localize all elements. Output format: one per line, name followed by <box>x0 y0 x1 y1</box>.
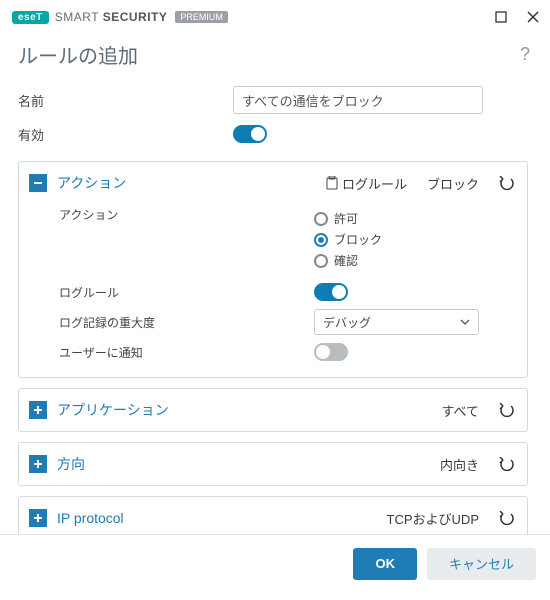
panel-action-title: アクション <box>57 173 316 193</box>
panel-protocol-title: IP protocol <box>57 510 377 526</box>
label-name: 名前 <box>18 91 233 110</box>
row-action-radio: アクション 許可 ブロック 確認 <box>59 206 513 277</box>
radio-confirm-row[interactable]: 確認 <box>314 252 382 269</box>
revert-icon[interactable] <box>489 457 515 471</box>
cancel-button[interactable]: キャンセル <box>427 548 536 580</box>
panel-application-summary: すべて <box>441 401 479 420</box>
panel-direction: 方向 内向き <box>18 442 528 486</box>
panel-direction-header[interactable]: 方向 内向き <box>19 443 527 485</box>
summary-logrule-text: ログルール <box>342 174 407 193</box>
brand-text: SMART SECURITY <box>55 10 168 24</box>
severity-value: デバッグ <box>323 314 371 331</box>
summary-logrule: ログルール <box>326 174 407 193</box>
logrule-toggle[interactable] <box>314 283 348 301</box>
label-enabled: 有効 <box>18 125 233 144</box>
brand-logo: eseT <box>12 11 49 24</box>
label-action: アクション <box>59 206 314 223</box>
brand-text-2: SECURITY <box>103 10 168 24</box>
row-logrule: ログルール <box>59 277 513 307</box>
radio-block[interactable] <box>314 233 328 247</box>
panel-action-body: アクション 許可 ブロック 確認 ログルール ログ記録の重大度 デバッグ <box>19 204 527 377</box>
severity-select[interactable]: デバッグ <box>314 309 479 335</box>
panel-protocol-header[interactable]: IP protocol TCPおよびUDP <box>19 497 527 534</box>
panel-action: アクション ログルール ブロック アクション 許可 ブロック 確認 <box>18 161 528 378</box>
name-input[interactable] <box>233 86 483 114</box>
sections-scroll[interactable]: アクション ログルール ブロック アクション 許可 ブロック 確認 <box>18 161 534 534</box>
expand-icon[interactable] <box>29 401 47 419</box>
page-title: ルールの追加 <box>18 40 516 69</box>
titlebar: eseT SMART SECURITY PREMIUM <box>0 0 550 34</box>
panel-action-summary: ログルール ブロック <box>326 174 479 193</box>
panel-action-header[interactable]: アクション ログルール ブロック <box>19 162 527 204</box>
radio-block-row[interactable]: ブロック <box>314 231 382 248</box>
revert-icon[interactable] <box>489 403 515 417</box>
brand-badge: PREMIUM <box>175 11 228 23</box>
brand: eseT SMART SECURITY PREMIUM <box>12 10 228 24</box>
window-controls <box>492 8 542 26</box>
revert-icon[interactable] <box>489 176 515 190</box>
ok-button[interactable]: OK <box>353 548 417 580</box>
action-radios: 許可 ブロック 確認 <box>314 206 382 277</box>
radio-allow[interactable] <box>314 212 328 226</box>
panel-application-title: アプリケーション <box>57 400 431 420</box>
radio-allow-row[interactable]: 許可 <box>314 210 382 227</box>
label-severity: ログ記録の重大度 <box>59 314 314 331</box>
label-logrule: ログルール <box>59 284 314 301</box>
footer: OK キャンセル <box>0 534 550 592</box>
row-enabled: 有効 <box>18 117 534 151</box>
radio-confirm-label: 確認 <box>334 252 358 269</box>
row-name: 名前 <box>18 83 534 117</box>
collapse-icon[interactable] <box>29 174 47 192</box>
content: ルールの追加 ? 名前 有効 アクション ログルール ブロック <box>0 34 550 534</box>
revert-icon[interactable] <box>489 511 515 525</box>
enabled-toggle[interactable] <box>233 125 267 143</box>
radio-allow-label: 許可 <box>334 210 358 227</box>
summary-action-text: ブロック <box>427 174 479 193</box>
help-icon[interactable]: ? <box>516 44 534 65</box>
clipboard-icon <box>326 176 338 190</box>
row-severity: ログ記録の重大度 デバッグ <box>59 307 513 337</box>
expand-icon[interactable] <box>29 509 47 527</box>
panel-application-header[interactable]: アプリケーション すべて <box>19 389 527 431</box>
expand-icon[interactable] <box>29 455 47 473</box>
panel-protocol-summary: TCPおよびUDP <box>387 509 479 528</box>
panel-direction-summary: 内向き <box>440 455 479 474</box>
close-icon[interactable] <box>524 8 542 26</box>
panel-protocol: IP protocol TCPおよびUDP <box>18 496 528 534</box>
panel-direction-title: 方向 <box>57 454 430 474</box>
label-notify: ユーザーに通知 <box>59 344 314 361</box>
brand-text-1: SMART <box>55 10 99 24</box>
radio-block-label: ブロック <box>334 231 382 248</box>
row-notify: ユーザーに通知 <box>59 337 513 367</box>
form: 名前 有効 <box>18 83 534 151</box>
radio-confirm[interactable] <box>314 254 328 268</box>
maximize-icon[interactable] <box>492 8 510 26</box>
header-row: ルールの追加 ? <box>18 40 534 69</box>
notify-toggle[interactable] <box>314 343 348 361</box>
panel-application: アプリケーション すべて <box>18 388 528 432</box>
chevron-down-icon <box>460 319 470 325</box>
